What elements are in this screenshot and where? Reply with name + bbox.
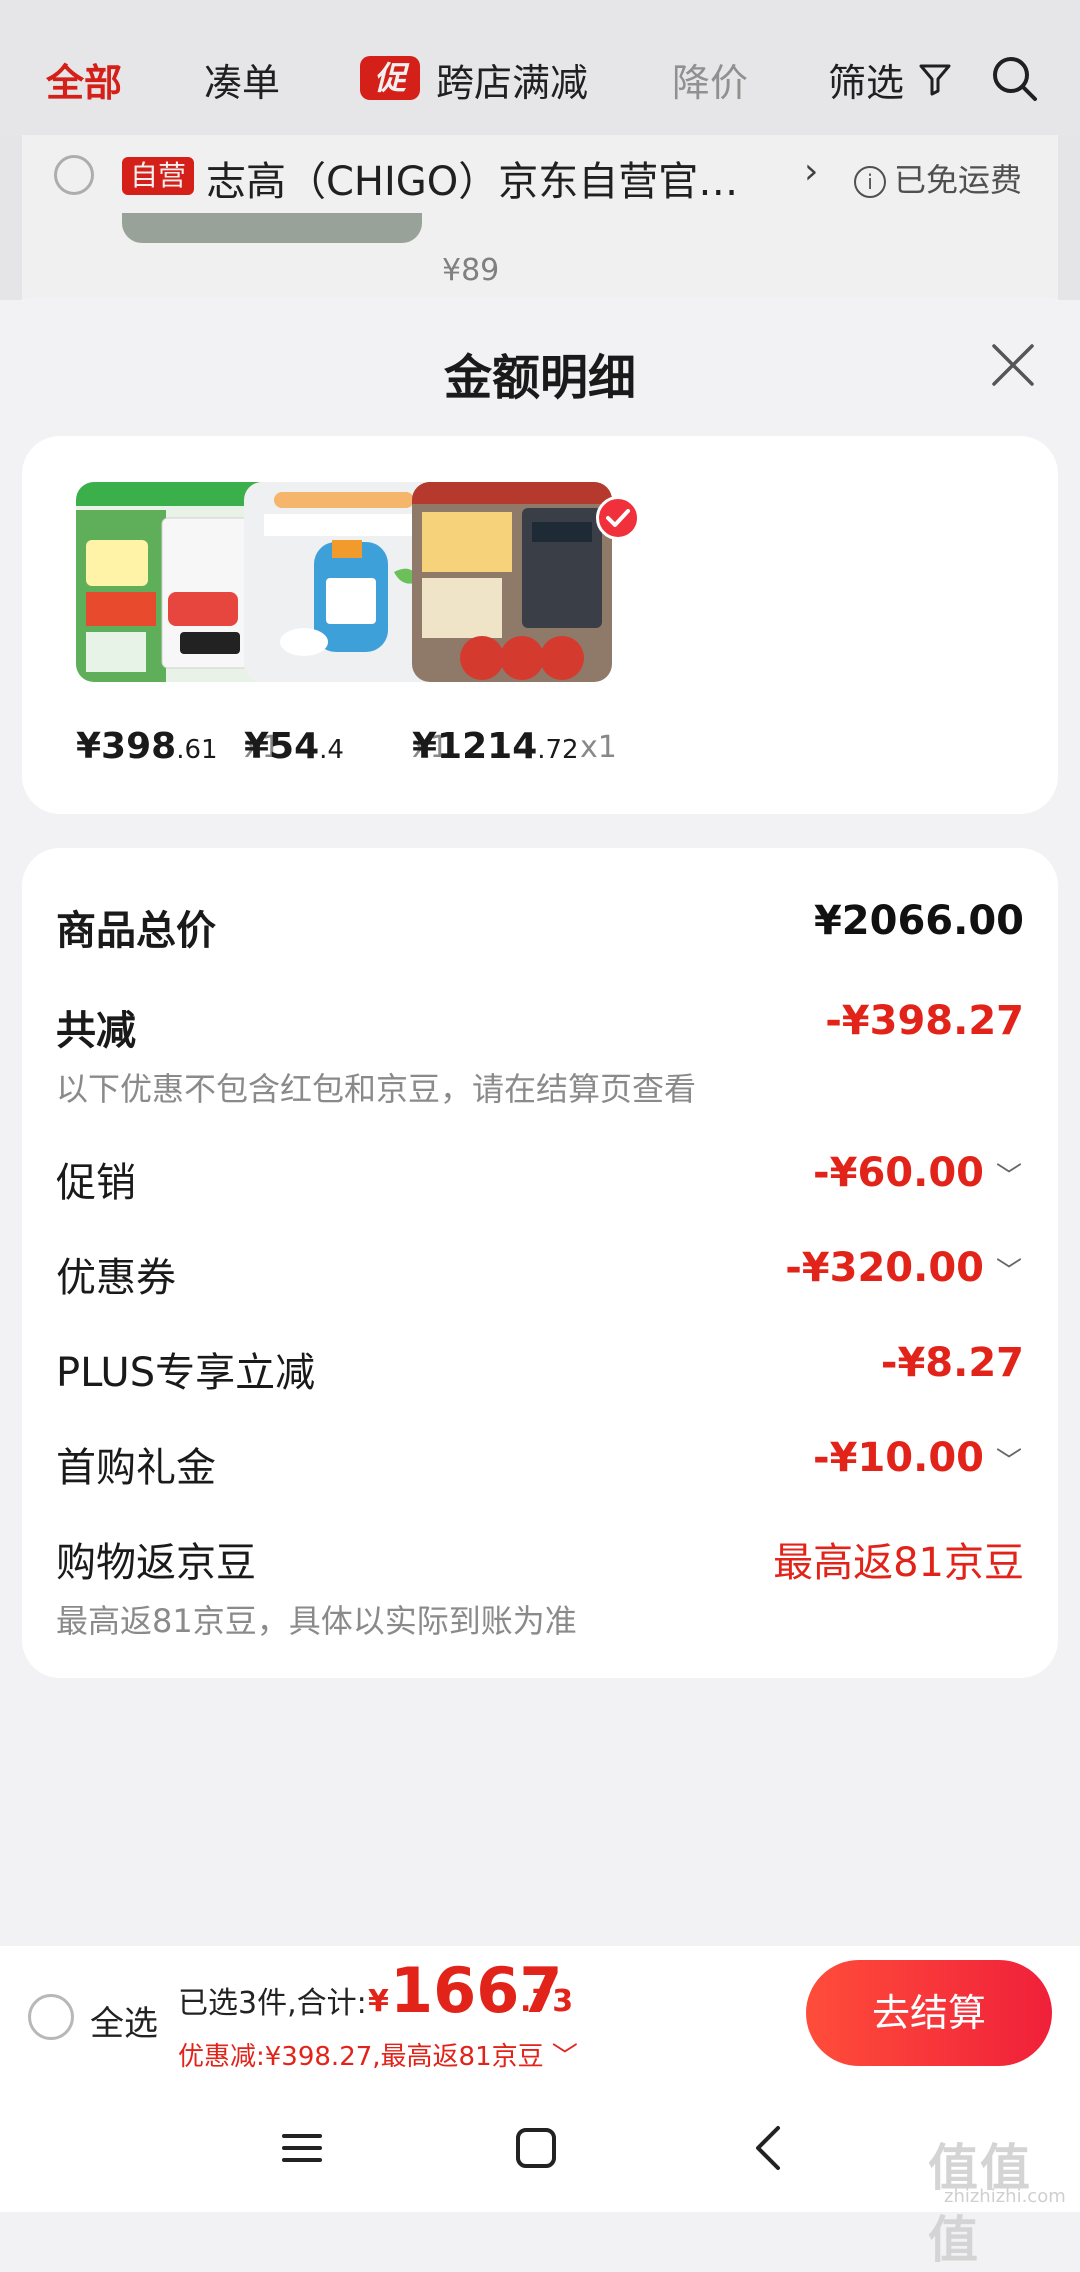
promotion-label: 促销 xyxy=(56,1160,136,1206)
checkout-button[interactable]: 去结算 xyxy=(806,1960,1052,2066)
product-quantity: x1 xyxy=(580,730,617,765)
amount-detail-sheet: 金额明细 ¥398.61 x1 ¥54.4 x1 ¥1214.72 x1 商品总… xyxy=(0,298,1080,1948)
coupon-value: -¥320.00 xyxy=(785,1245,984,1291)
sheet-title: 金额明细 xyxy=(443,350,636,406)
total-amount-decimal: .73 xyxy=(520,1984,574,2019)
total-discount-value: -¥398.27 xyxy=(825,998,1024,1044)
discount-note: 以下优惠不包含红包和京豆，请在结算页查看 xyxy=(56,1070,697,1108)
product-price: ¥1214.72 xyxy=(412,726,579,767)
total-currency: ¥ xyxy=(368,1984,389,2019)
overlay-dim xyxy=(0,0,1080,300)
first-purchase-gift-value: -¥10.00 xyxy=(813,1435,984,1481)
product-image-gas-heater xyxy=(412,482,612,682)
price-summary-card: 商品总价 ¥2066.00 共减 -¥398.27 以下优惠不包含红包和京豆，请… xyxy=(22,848,1058,1678)
plus-discount-value: -¥8.27 xyxy=(880,1340,1024,1386)
system-nav-bar xyxy=(0,2082,1080,2212)
beans-cashback-note: 最高返81京豆，具体以实际到账为准 xyxy=(56,1602,577,1640)
total-price-value: ¥2066.00 xyxy=(813,898,1024,944)
first-purchase-gift-label: 首购礼金 xyxy=(56,1445,216,1491)
checkout-bar: 全选 已选3件,合计: ¥ 1667 .73 优惠减:¥398.27,最高返81… xyxy=(0,1946,1080,2082)
home-icon[interactable] xyxy=(508,2120,564,2176)
chevron-down-icon[interactable]: ﹀ xyxy=(996,1251,1022,1288)
beans-cashback-label: 购物返京豆 xyxy=(56,1540,256,1586)
promotion-value: -¥60.00 xyxy=(813,1150,984,1196)
selected-count: 已选3件,合计: xyxy=(178,1986,367,2021)
chevron-down-icon[interactable]: ﹀ xyxy=(996,1441,1022,1478)
beans-cashback-value: 最高返81京豆 xyxy=(773,1540,1024,1586)
product-price: ¥54.4 xyxy=(244,726,344,767)
total-discount-label: 共减 xyxy=(56,1008,136,1054)
total-price-label: 商品总价 xyxy=(56,908,216,954)
select-all-label[interactable]: 全选 xyxy=(90,1996,158,2045)
cart-page-background: 全部 凑单 促 跨店满减 降价 筛选 自营 志高（CHIGO）京东自营官… › … xyxy=(0,0,1080,335)
select-all-radio[interactable] xyxy=(28,1994,74,2040)
close-icon[interactable] xyxy=(988,340,1038,390)
discount-summary-toggle[interactable]: 优惠减:¥398.27,最高返81京豆 ﹀ xyxy=(178,2036,578,2073)
watermark-site: zhizhizhi.com xyxy=(944,2186,1066,2207)
plus-discount-label: PLUS专享立减 xyxy=(56,1350,316,1396)
coupon-label: 优惠券 xyxy=(56,1255,176,1301)
selected-check-icon xyxy=(596,496,640,540)
product-price: ¥398.61 xyxy=(76,726,218,767)
chevron-down-icon[interactable]: ﹀ xyxy=(996,1156,1022,1193)
back-icon[interactable] xyxy=(742,2120,798,2176)
products-card: ¥398.61 x1 ¥54.4 x1 ¥1214.72 x1 xyxy=(22,436,1058,814)
menu-icon[interactable] xyxy=(274,2120,330,2176)
